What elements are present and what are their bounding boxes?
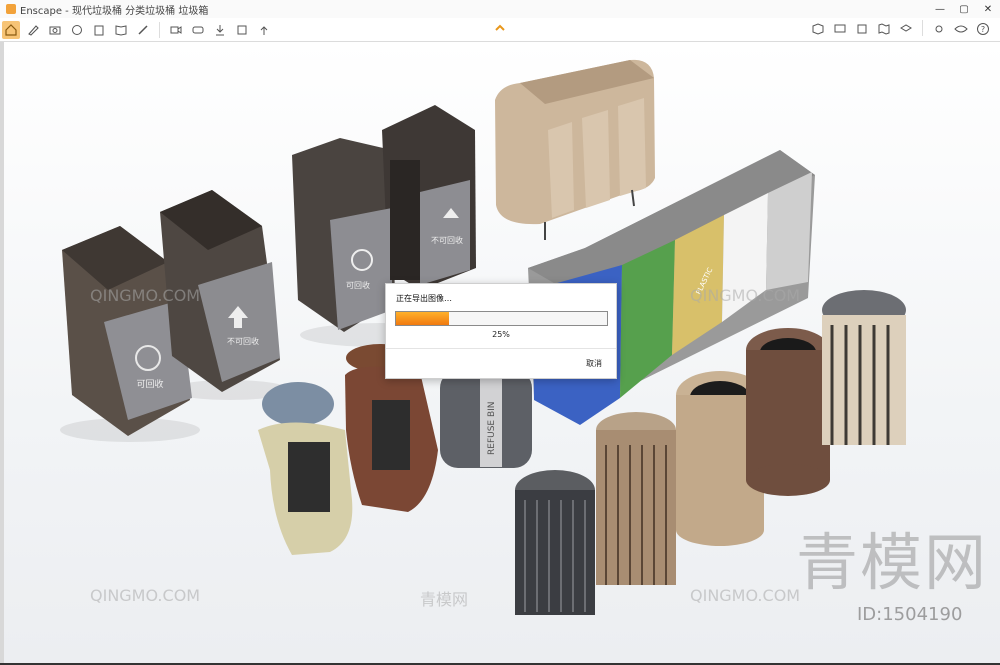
bronze-slatted-bin [596, 412, 676, 585]
screenshot-icon[interactable] [46, 21, 64, 39]
close-button[interactable]: ✕ [976, 0, 1000, 18]
render-icon[interactable] [233, 21, 251, 39]
screen-icon[interactable] [831, 20, 849, 38]
ruler-icon[interactable] [134, 21, 152, 39]
progress-fill [396, 312, 449, 325]
watermark-text: 青模网 [420, 590, 469, 609]
upload-icon[interactable] [255, 21, 273, 39]
settings-icon[interactable] [930, 20, 948, 38]
building-icon[interactable] [90, 21, 108, 39]
watermark-text: QINGMO.COM [90, 586, 201, 605]
watermark-logo-text: 青模网 [796, 526, 989, 599]
svg-text:不可回收: 不可回收 [431, 235, 463, 245]
cream-slatted-bin [822, 290, 906, 445]
export-icon[interactable] [211, 21, 229, 39]
home-icon[interactable] [2, 20, 20, 39]
progress-bar [395, 311, 608, 326]
dialog-divider [386, 348, 616, 349]
refuse-bin: REFUSE BIN [440, 370, 532, 468]
enscape-logo-icon [6, 4, 16, 14]
svg-text:不可回收: 不可回收 [227, 336, 259, 346]
maximize-button[interactable]: ▢ [952, 0, 976, 18]
toolbar: ? [0, 18, 1000, 42]
watermark-text: QINGMO.COM [690, 286, 801, 305]
svg-text:可回收: 可回收 [346, 280, 370, 290]
export-progress-dialog: 正在导出图像… 25% 取消 [385, 283, 617, 379]
brush-icon[interactable] [24, 21, 42, 39]
title-bar: Enscape - 现代垃圾桶 分类垃圾桶 垃圾箱 — ▢ ✕ [0, 0, 1000, 19]
svg-text:可回收: 可回收 [136, 378, 163, 390]
view-icon[interactable] [952, 20, 970, 38]
map-icon[interactable] [875, 20, 893, 38]
collapse-chevron-icon[interactable] [493, 21, 507, 35]
svg-text:REFUSE BIN: REFUSE BIN [487, 401, 497, 455]
textured-brown-bin [746, 328, 830, 496]
minimize-button[interactable]: — [928, 0, 952, 18]
asset-icon[interactable] [809, 20, 827, 38]
orbit-icon[interactable] [68, 21, 86, 39]
book-icon[interactable] [112, 21, 130, 39]
help-icon[interactable]: ? [974, 20, 992, 38]
svg-text:?: ? [981, 25, 985, 34]
window-title: Enscape - 现代垃圾桶 分类垃圾桶 垃圾箱 [20, 5, 209, 17]
dark-slatted-bin [515, 470, 595, 615]
watermark-text: QINGMO.COM [90, 286, 201, 305]
watermark-id: ID:1504190 [857, 604, 963, 625]
dialog-heading: 正在导出图像… [396, 294, 452, 303]
progress-percent: 25% [492, 330, 510, 339]
layers-icon[interactable] [897, 20, 915, 38]
watermark-text: QINGMO.COM [690, 586, 801, 605]
panorama-icon[interactable] [189, 21, 207, 39]
beige-ashtray-bin [258, 382, 353, 555]
cube-icon[interactable] [853, 20, 871, 38]
beige-three-compartment-bin [495, 59, 655, 240]
video-icon[interactable] [167, 21, 185, 39]
cancel-button[interactable]: 取消 [586, 358, 602, 369]
